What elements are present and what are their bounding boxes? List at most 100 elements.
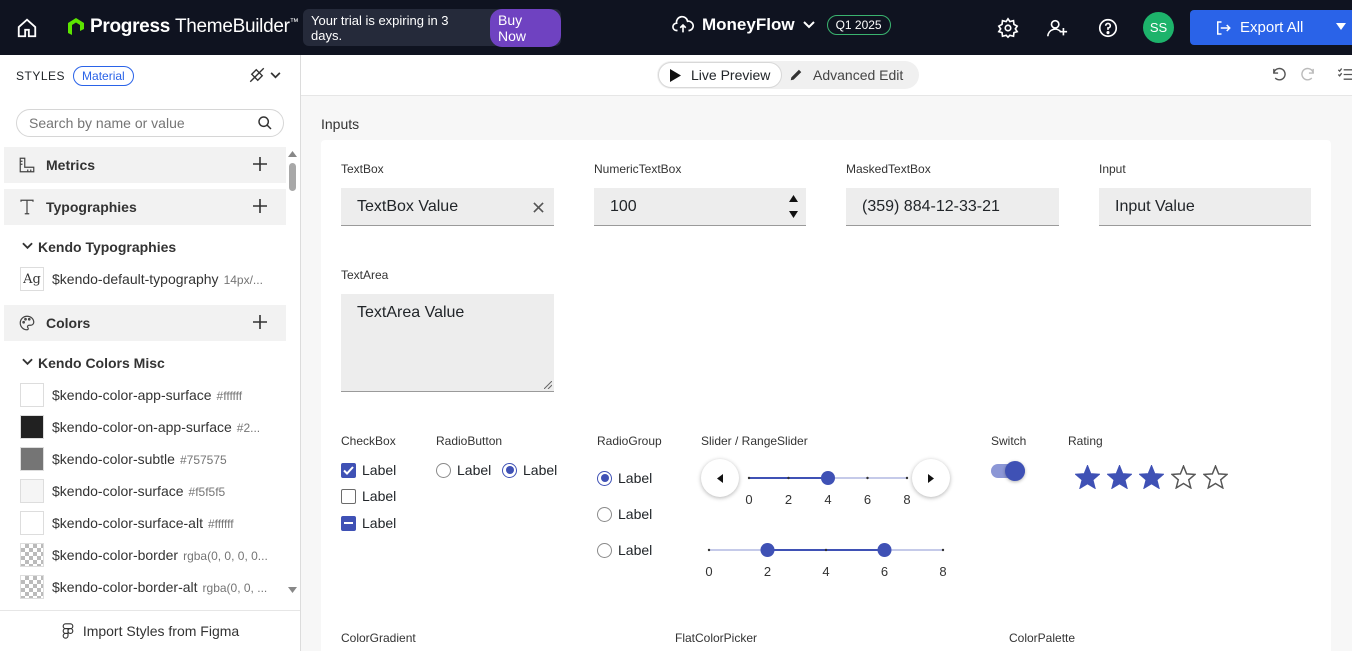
slider-decrease-button[interactable] bbox=[701, 459, 739, 497]
masked-label: MaskedTextBox bbox=[846, 162, 931, 176]
color-item[interactable]: $kendo-color-app-surface #ffffff bbox=[4, 379, 286, 411]
add-color-icon[interactable] bbox=[252, 314, 268, 330]
checkbox-checked[interactable]: Label bbox=[341, 462, 396, 478]
color-item[interactable]: $kendo-color-surface-alt #ffffff bbox=[4, 507, 286, 539]
item-name: $kendo-default-typography bbox=[52, 271, 219, 287]
color-item[interactable]: $kendo-color-surface #f5f5f5 bbox=[4, 475, 286, 507]
resize-handle-icon[interactable] bbox=[544, 381, 552, 389]
item-name: $kendo-color-surface-alt bbox=[52, 515, 203, 531]
add-typography-icon[interactable] bbox=[252, 198, 268, 214]
minus-icon bbox=[341, 515, 356, 531]
textarea[interactable]: TextArea Value bbox=[341, 294, 554, 392]
trial-text: Your trial is expiring in 3 days. bbox=[311, 12, 449, 43]
slider-increase-button[interactable] bbox=[912, 459, 950, 497]
slider-tick bbox=[787, 476, 790, 480]
sidebar-scrollbar[interactable] bbox=[287, 151, 297, 593]
radiogroup-option-2[interactable]: Label bbox=[597, 506, 652, 522]
scroll-down-icon[interactable] bbox=[288, 587, 297, 593]
numeric-textbox[interactable]: 100 bbox=[594, 188, 806, 226]
color-item[interactable]: $kendo-color-on-app-surface #2... bbox=[4, 411, 286, 443]
item-value: #ffffff bbox=[207, 517, 234, 531]
checkbox-indeterminate[interactable]: Label bbox=[341, 515, 396, 531]
user-avatar[interactable]: SS bbox=[1143, 12, 1174, 43]
pencil-icon bbox=[790, 69, 802, 81]
range-tick bbox=[707, 548, 711, 552]
scroll-thumb[interactable] bbox=[289, 163, 296, 191]
clear-icon[interactable] bbox=[533, 202, 544, 213]
gear-icon[interactable] bbox=[997, 17, 1019, 39]
spin-up-icon[interactable] bbox=[789, 195, 798, 202]
group-kendo-typographies[interactable]: Kendo Typographies bbox=[4, 231, 286, 263]
style-filter-dropdown[interactable] bbox=[248, 66, 281, 84]
star-filled-icon[interactable] bbox=[1139, 465, 1164, 489]
item-value: #757575 bbox=[179, 453, 227, 467]
typography-item[interactable]: Ag $kendo-default-typography 14px/... bbox=[4, 263, 286, 295]
item-value: #2... bbox=[236, 421, 261, 435]
radiobutton-off[interactable]: Label bbox=[436, 462, 491, 478]
radiogroup-option-3[interactable]: Label bbox=[597, 542, 652, 558]
slider-tick-label: 8 bbox=[903, 492, 911, 507]
color-item[interactable]: $kendo-color-border-alt rgba(0, 0, ... bbox=[4, 571, 286, 603]
slider-tick-label: 2 bbox=[784, 492, 793, 507]
add-user-icon[interactable] bbox=[1046, 17, 1068, 39]
group-label: Kendo Typographies bbox=[38, 239, 177, 255]
radio-text: Label bbox=[618, 506, 653, 522]
brand-name: Progress ThemeBuilder™ bbox=[90, 16, 299, 37]
radiogroup-option-1[interactable]: Label bbox=[597, 470, 652, 486]
star-filled-icon[interactable] bbox=[1107, 465, 1132, 489]
range-slider-track[interactable] bbox=[701, 538, 951, 562]
search-field[interactable] bbox=[16, 109, 284, 137]
material-badge[interactable]: Material bbox=[73, 66, 134, 86]
undo-icon[interactable] bbox=[1271, 66, 1288, 83]
checkbox-unchecked[interactable]: Label bbox=[341, 488, 396, 504]
redo-icon[interactable] bbox=[1299, 66, 1316, 83]
group-label: Kendo Colors Misc bbox=[38, 355, 165, 371]
styles-sidebar: STYLES Material Metrics Typographies bbox=[0, 55, 301, 651]
advanced-edit-tab[interactable]: Advanced Edit bbox=[789, 61, 903, 89]
group-kendo-colors-misc[interactable]: Kendo Colors Misc bbox=[4, 347, 286, 379]
search-icon[interactable] bbox=[257, 115, 273, 131]
live-preview-tab[interactable]: Live Preview bbox=[658, 62, 782, 88]
star-filled-icon[interactable] bbox=[1075, 465, 1100, 489]
export-all-button[interactable]: Export All bbox=[1190, 10, 1352, 45]
item-name: $kendo-color-border-alt bbox=[52, 579, 198, 595]
rating-stars[interactable] bbox=[1075, 465, 1228, 489]
radiobutton-on[interactable]: Label bbox=[502, 462, 557, 478]
slider-track[interactable] bbox=[739, 466, 911, 490]
project-selector[interactable]: MoneyFlow Q1 2025 bbox=[672, 15, 891, 35]
switch-toggle[interactable] bbox=[991, 461, 1025, 481]
radio-text: Label bbox=[523, 462, 558, 478]
star-outline-icon[interactable] bbox=[1171, 465, 1196, 489]
view-mode-switch: Live Preview Advanced Edit bbox=[657, 61, 919, 89]
textbox[interactable]: TextBox Value bbox=[341, 188, 554, 226]
trial-banner: Your trial is expiring in 3 days. Buy No… bbox=[303, 8, 561, 47]
caret-down-icon[interactable] bbox=[1336, 23, 1346, 31]
palette-icon bbox=[19, 315, 35, 331]
section-colors[interactable]: Colors bbox=[4, 305, 286, 341]
scroll-up-icon[interactable] bbox=[288, 151, 297, 157]
input-field[interactable]: Input Value bbox=[1099, 188, 1311, 226]
cloud-upload-icon bbox=[672, 15, 694, 33]
checklist-icon[interactable] bbox=[1337, 66, 1352, 83]
radiogroup-label: RadioGroup bbox=[597, 434, 662, 448]
add-metric-icon[interactable] bbox=[252, 156, 268, 172]
buy-now-button[interactable]: Buy Now bbox=[490, 8, 561, 47]
home-icon[interactable] bbox=[16, 17, 38, 39]
ruler-icon bbox=[19, 157, 35, 173]
range-thumb-end[interactable] bbox=[877, 543, 892, 557]
help-icon[interactable] bbox=[1097, 17, 1119, 39]
color-item[interactable]: $kendo-color-border rgba(0, 0, 0, 0... bbox=[4, 539, 286, 571]
section-typographies[interactable]: Typographies bbox=[4, 189, 286, 225]
import-figma-button[interactable]: Import Styles from Figma bbox=[0, 610, 300, 651]
star-outline-icon[interactable] bbox=[1203, 465, 1228, 489]
textbox-value: TextBox Value bbox=[357, 197, 459, 215]
spin-down-icon[interactable] bbox=[789, 211, 798, 218]
color-item[interactable]: $kendo-color-subtle #757575 bbox=[4, 443, 286, 475]
masked-textbox[interactable]: (359) 884-12-33-21 bbox=[846, 188, 1059, 226]
search-input[interactable] bbox=[29, 115, 249, 131]
range-thumb-start[interactable] bbox=[760, 543, 775, 557]
slider-thumb[interactable] bbox=[821, 471, 835, 485]
caret-right-icon bbox=[928, 473, 934, 483]
color-items: $kendo-color-app-surface #ffffff $kendo-co… bbox=[4, 379, 286, 603]
section-metrics[interactable]: Metrics bbox=[4, 147, 286, 183]
